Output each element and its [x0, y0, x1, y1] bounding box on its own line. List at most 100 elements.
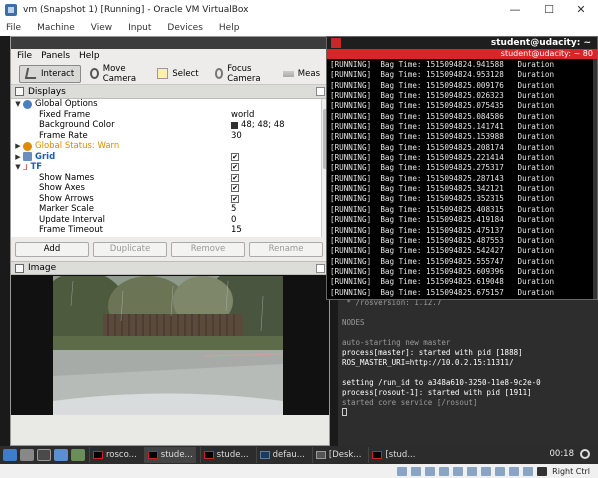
tree-row-tf[interactable]: ▼ ⅃ TF ✔ [11, 162, 329, 173]
tree-row-fixed-frame[interactable]: Fixed Frame world [11, 110, 329, 121]
show-arrows-checkbox[interactable]: ✔ [231, 194, 239, 203]
file-manager-icon[interactable] [20, 449, 34, 461]
terminal-line: [RUNNING] Bag Time: 1515094825.619048 Du… [330, 277, 555, 287]
background-color-value[interactable]: 48; 48; 48 [241, 120, 285, 130]
roscore-terminal[interactable]: PARAMETERS * /rosdistro: kinetic * /rosv… [338, 276, 598, 446]
image-title: Image [28, 263, 57, 273]
rviz-titlebar[interactable] [11, 37, 329, 49]
rviz-menu-help[interactable]: Help [79, 51, 100, 61]
browser-icon[interactable] [54, 449, 68, 461]
expand-arrow-icon[interactable]: ▼ [13, 163, 23, 171]
menu-file[interactable]: File [6, 23, 21, 33]
tree-row-grid[interactable]: ▶ Grid ✔ [11, 152, 329, 163]
menu-help[interactable]: Help [219, 23, 240, 33]
tree-row-frame-rate[interactable]: Frame Rate 30 [11, 131, 329, 142]
interact-tool-button[interactable]: Interact [19, 64, 82, 83]
grid-checkbox[interactable]: ✔ [231, 152, 239, 161]
menu-machine[interactable]: Machine [37, 23, 75, 33]
remove-button[interactable]: Remove [171, 241, 245, 257]
update-interval-value[interactable]: 0 [231, 215, 236, 225]
expand-arrow-icon[interactable]: ▶ [13, 142, 23, 150]
frame-rate-value[interactable]: 30 [231, 131, 242, 141]
focus-camera-tool-button[interactable]: Focus Camera [208, 64, 274, 84]
rviz-toolbar: Interact Move Camera Select Focus Camera… [11, 63, 329, 85]
tf-checkbox[interactable]: ✔ [231, 163, 239, 172]
display-icon[interactable] [481, 466, 492, 476]
taskbar-item[interactable]: [Desk... [311, 447, 365, 463]
maximize-button[interactable]: ☐ [534, 2, 564, 18]
terminal-scrollbar[interactable] [593, 59, 597, 299]
recording-icon[interactable] [495, 466, 506, 476]
start-menu-icon[interactable] [3, 449, 17, 461]
taskbar-item[interactable]: stude... [143, 447, 196, 463]
hard-disk-icon[interactable] [397, 466, 408, 476]
gear-icon [23, 99, 32, 109]
taskbar-item[interactable]: rosco... [89, 447, 140, 463]
select-tool-button[interactable]: Select [150, 65, 205, 83]
tree-row-update-interval[interactable]: Update Interval 0 [11, 215, 329, 226]
rviz-menu-file[interactable]: File [17, 51, 32, 61]
terminal-titlebar[interactable]: student@udacity: ~ [327, 37, 597, 49]
tree-row-marker-scale[interactable]: Marker Scale 5 [11, 204, 329, 215]
workspace-icon[interactable] [71, 449, 85, 461]
terminal-line: [RUNNING] Bag Time: 1515094825.609396 Du… [330, 266, 555, 276]
measure-tool-button[interactable]: Meas [276, 65, 327, 83]
rename-button[interactable]: Rename [249, 241, 323, 257]
shared-folders-icon[interactable] [467, 466, 478, 476]
keyboard-icon[interactable] [537, 466, 548, 476]
menu-devices[interactable]: Devices [167, 23, 202, 33]
terminal-tab[interactable]: student@udacity: ~ 80 [327, 49, 597, 59]
rviz-menu-panels[interactable]: Panels [41, 51, 70, 61]
tree-row-background-color[interactable]: Background Color 48; 48; 48 [11, 120, 329, 131]
usb-icon[interactable] [453, 466, 464, 476]
show-names-checkbox[interactable]: ✔ [231, 173, 239, 182]
minimize-button[interactable]: — [500, 2, 530, 18]
marker-scale-value[interactable]: 5 [231, 204, 236, 214]
move-camera-tool-button[interactable]: Move Camera [83, 64, 148, 84]
show-axes-checkbox[interactable]: ✔ [231, 184, 239, 193]
power-icon[interactable] [580, 449, 590, 459]
add-button[interactable]: Add [15, 241, 89, 257]
tree-row-show-axes[interactable]: Show Axes ✔ [11, 183, 329, 194]
interact-icon [24, 68, 39, 79]
taskbar-item[interactable]: stude... [199, 447, 252, 463]
taskbar-item[interactable]: [stud... [368, 447, 418, 463]
optical-drive-icon[interactable] [411, 466, 422, 476]
host-key-label: Right Ctrl [552, 466, 590, 476]
terminal-launcher-icon[interactable] [37, 449, 51, 461]
terminal-close-icon[interactable] [331, 38, 341, 48]
mouse-integration-icon[interactable] [523, 466, 534, 476]
fixed-frame-value[interactable]: world [231, 110, 254, 120]
rosbag-terminal[interactable]: student@udacity: ~ student@udacity: ~ 80… [326, 36, 598, 300]
expand-arrow-icon[interactable]: ▼ [13, 100, 23, 108]
network-icon[interactable] [439, 466, 450, 476]
frame-timeout-value[interactable]: 15 [231, 225, 242, 235]
select-icon [157, 68, 169, 79]
virtualbox-icon [5, 4, 17, 16]
terminal-line: [RUNNING] Bag Time: 1515094825.408315 Du… [330, 204, 555, 214]
cpu-icon[interactable] [509, 466, 520, 476]
terminal-icon [203, 451, 214, 459]
display-buttons-row: Add Duplicate Remove Rename [11, 237, 329, 261]
tree-row-global-options[interactable]: ▼ Global Options [11, 99, 329, 110]
tree-row-show-names[interactable]: Show Names ✔ [11, 173, 329, 184]
color-swatch[interactable] [231, 121, 238, 129]
tree-row-frame-timeout[interactable]: Frame Timeout 15 [11, 225, 329, 236]
audio-icon[interactable] [425, 466, 436, 476]
tree-row-show-arrows[interactable]: Show Arrows ✔ [11, 194, 329, 205]
expand-arrow-icon[interactable]: ▶ [13, 153, 23, 161]
terminal-line: started core service [/rosout] [342, 398, 478, 407]
close-button[interactable]: ✕ [566, 2, 596, 18]
menu-input[interactable]: Input [128, 23, 151, 33]
displays-panel-header: Displays [11, 85, 329, 99]
taskbar-item[interactable]: defau... [255, 447, 308, 463]
panel-close-button[interactable] [316, 87, 325, 96]
tree-row-global-status[interactable]: ▶ Global Status: Warn [11, 141, 329, 152]
menu-view[interactable]: View [91, 23, 112, 33]
guest-desktop: PARAMETERS * /rosdistro: kinetic * /rosv… [0, 36, 598, 446]
duplicate-button[interactable]: Duplicate [93, 241, 167, 257]
panel-close-button[interactable] [316, 263, 325, 273]
rviz-icon [259, 451, 270, 459]
